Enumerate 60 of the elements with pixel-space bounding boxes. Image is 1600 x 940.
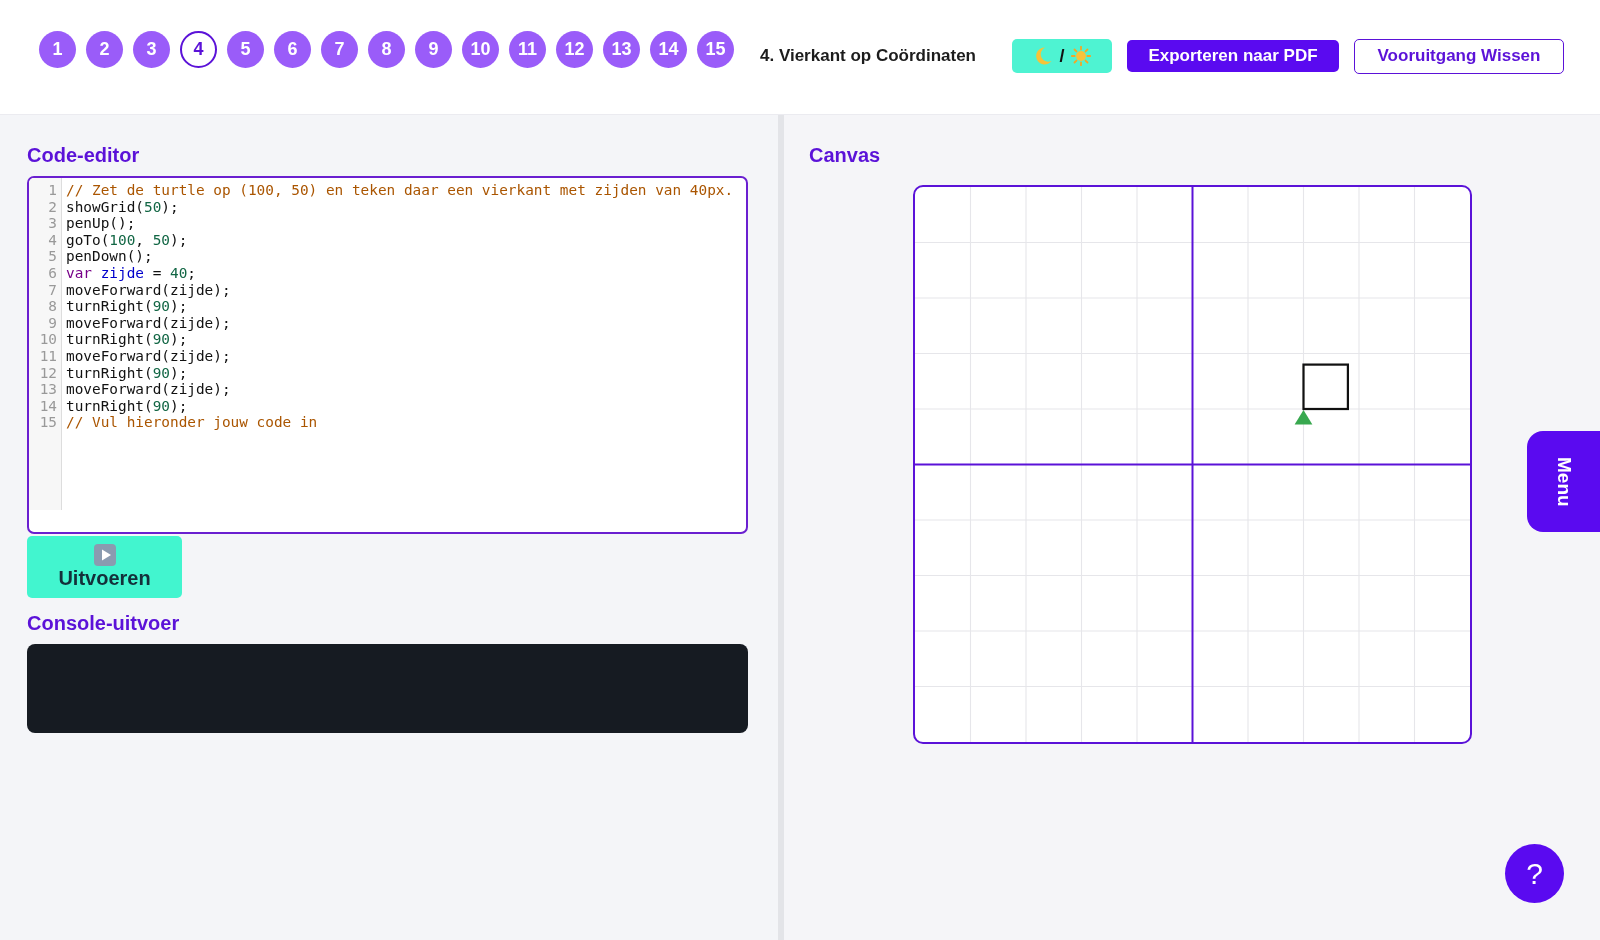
lesson-step-button[interactable]: 11: [509, 31, 546, 68]
lesson-step-button[interactable]: 14: [650, 31, 687, 68]
code-editor-heading: Code-editor: [27, 143, 140, 167]
lesson-step-button[interactable]: 15: [697, 31, 734, 68]
lesson-step-button[interactable]: 6: [274, 31, 311, 68]
line-number: 3: [48, 215, 57, 232]
line-number: 7: [48, 281, 57, 299]
code-editor[interactable]: [27, 176, 748, 534]
lesson-step-button[interactable]: 5: [227, 31, 264, 68]
code-line: turnRight(90);: [66, 397, 188, 415]
line-number: 10: [39, 331, 57, 348]
turtle-triangle-icon: [1294, 410, 1312, 425]
run-button[interactable]: Uitvoeren: [27, 536, 182, 598]
code-line: moveForward(zijde);: [66, 347, 231, 365]
line-number: 5: [48, 248, 57, 265]
code-line: showGrid(50);: [66, 198, 179, 216]
line-number: 1: [48, 182, 57, 199]
lesson-step-button[interactable]: 2: [86, 31, 123, 68]
lesson-step-button[interactable]: 12: [556, 31, 593, 68]
code-line: goTo(100, 50);: [66, 231, 188, 249]
code-line: turnRight(90);: [66, 364, 188, 382]
line-number: 2: [48, 198, 57, 216]
lesson-title: 4. Vierkant op Coördinaten: [760, 45, 976, 68]
lesson-step-button[interactable]: 10: [462, 31, 499, 68]
sun-icon: [1070, 46, 1091, 66]
clear-progress-button[interactable]: Vooruitgang Wissen: [1354, 38, 1564, 74]
console-heading: Console-uitvoer: [27, 611, 180, 635]
drawn-square: [1301, 363, 1349, 411]
code-line: penUp();: [66, 215, 136, 232]
line-number: 8: [48, 298, 57, 315]
line-number: 14: [39, 397, 57, 415]
lesson-step-button[interactable]: 3: [133, 31, 170, 68]
menu-tab[interactable]: Menu: [1527, 431, 1600, 532]
code-line: turnRight(90);: [66, 331, 188, 348]
lesson-step-button[interactable]: 13: [603, 31, 640, 68]
lesson-step-button[interactable]: 1: [39, 31, 76, 68]
code-line: moveForward(zijde);: [66, 314, 231, 332]
lesson-step-button[interactable]: 9: [415, 31, 452, 68]
line-number: 15: [39, 414, 57, 431]
code-line: penDown();: [66, 248, 153, 265]
canvas-heading: Canvas: [809, 143, 881, 167]
line-number: 4: [48, 231, 57, 249]
lesson-step-button[interactable]: 8: [368, 31, 405, 68]
moon-icon: [1033, 46, 1054, 66]
code-line: // Zet de turtle op (100, 50) en teken daar een vierkant met zijden van 40px.: [66, 182, 734, 199]
line-number: 11: [39, 347, 57, 365]
play-icon: [93, 544, 116, 566]
code-line: turnRight(90);: [66, 298, 188, 315]
code-line: moveForward(zijde);: [66, 381, 231, 398]
lesson-step-button[interactable]: 7: [321, 31, 358, 68]
export-pdf-button[interactable]: Exporteren naar PDF: [1127, 40, 1339, 72]
line-number: 6: [48, 264, 57, 282]
code-line: // Vul hieronder jouw code in: [66, 414, 318, 431]
code-line: var zijde = 40;: [66, 264, 196, 282]
theme-toggle-button[interactable]: /: [1012, 39, 1112, 73]
line-number: 12: [39, 364, 57, 382]
line-number: 13: [39, 381, 57, 398]
code-line: moveForward(zijde);: [66, 281, 231, 299]
line-number: 9: [48, 314, 57, 332]
lesson-step-button[interactable]: 4: [180, 31, 217, 68]
